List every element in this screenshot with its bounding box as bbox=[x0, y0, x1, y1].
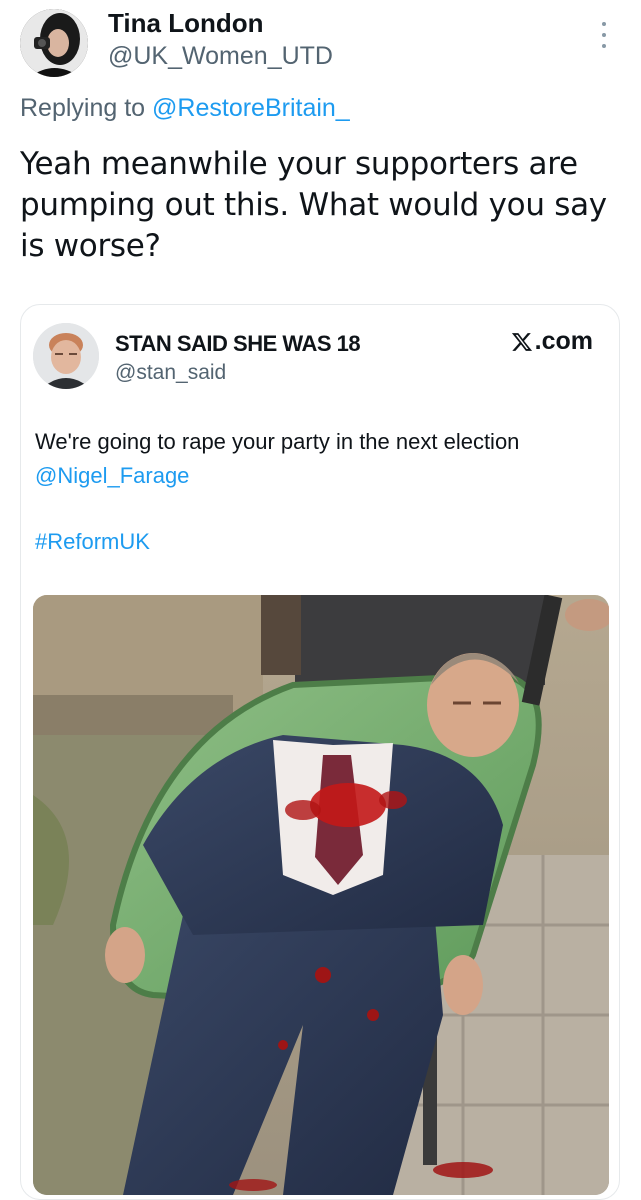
replying-to-label: Replying to bbox=[20, 94, 153, 122]
mention-link[interactable]: @Nigel_Farage bbox=[35, 463, 189, 488]
quoted-author-handle[interactable]: @stan_said bbox=[115, 361, 226, 385]
tweet-text: Yeah meanwhile your supporters are pumpi… bbox=[20, 146, 607, 264]
quoted-tweet-text: We're going to rape your party in the ne… bbox=[35, 425, 605, 493]
quoted-author-name[interactable]: STAN SAID SHE WAS 18 bbox=[115, 331, 361, 357]
tweet: Tina London @UK_Women_UTD Replying to @R… bbox=[0, 0, 641, 1200]
author-handle[interactable]: @UK_Women_UTD bbox=[108, 42, 333, 71]
source-logo: .com bbox=[511, 327, 593, 356]
quoted-tweet-body: We're going to rape your party in the ne… bbox=[35, 429, 520, 454]
author-name[interactable]: Tina London bbox=[108, 8, 264, 39]
hashtag-link[interactable]: #ReformUK bbox=[35, 529, 150, 555]
replying-to-line: Replying to @RestoreBritain_ bbox=[20, 94, 350, 123]
source-logo-text: .com bbox=[534, 327, 593, 355]
quoted-tweet-image[interactable] bbox=[33, 595, 609, 1195]
quoted-author-avatar[interactable] bbox=[33, 323, 99, 389]
author-avatar[interactable] bbox=[20, 9, 88, 77]
reply-target-link[interactable]: @RestoreBritain_ bbox=[152, 94, 350, 122]
quoted-tweet-card[interactable]: STAN SAID SHE WAS 18 @stan_said .com We'… bbox=[20, 304, 620, 1200]
more-vertical-icon[interactable] bbox=[594, 22, 614, 48]
x-logo-icon bbox=[511, 332, 532, 351]
